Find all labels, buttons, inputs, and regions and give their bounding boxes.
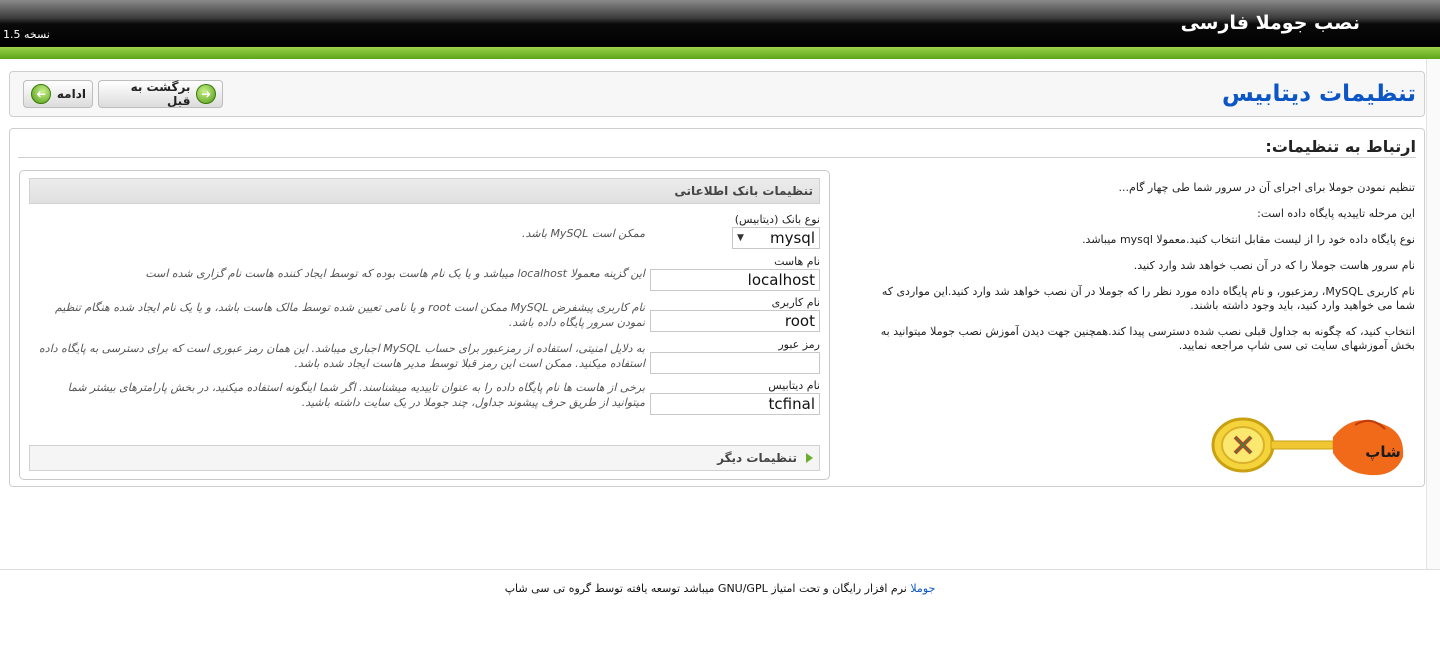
section-heading: ارتباط به تنظیمات: bbox=[1265, 137, 1416, 156]
main-panel: ارتباط به تنظیمات: تنظیم نمودن جوملا برا… bbox=[9, 128, 1425, 487]
host-label: نام هاست bbox=[774, 255, 820, 268]
footer-text: نرم افزار رایگان و تحت امتیاز GNU/GPL می… bbox=[504, 582, 911, 595]
instruction-text: نام کاربری MySQL، رمزعبور، و نام پایگاه … bbox=[881, 285, 1415, 312]
host-field: نام هاست bbox=[650, 255, 820, 291]
db-type-label: نوع بانک (دیتابیس) bbox=[734, 213, 820, 226]
username-hint: نام کاربری پیشفرض MySQL ممکن است root و … bbox=[54, 301, 645, 329]
username-input[interactable] bbox=[650, 310, 820, 332]
db-name-hint: برخی از هاست ها نام پایگاه داده را به عن… bbox=[67, 381, 645, 409]
instruction-text: نوع پایگاه داده خود را از لیست مقابل انت… bbox=[1082, 233, 1415, 246]
version-label: نسخه 1.5 bbox=[3, 28, 50, 41]
triangle-right-icon bbox=[806, 453, 813, 463]
section-title: تنظیمات بانک اطلاعاتی bbox=[29, 178, 820, 204]
next-button-label: ادامه bbox=[56, 87, 86, 101]
database-settings-box: تنظیمات بانک اطلاعاتی نوع بانک (دیتابیس)… bbox=[19, 170, 830, 480]
other-settings-toggle[interactable]: تنظیمات دیگر bbox=[29, 445, 820, 471]
password-field: رمز عبور bbox=[650, 338, 820, 374]
scrollbar[interactable] bbox=[1426, 59, 1440, 569]
tcshop-logo: شاپ bbox=[1211, 417, 1404, 476]
back-button-label: برگشت به قبل bbox=[130, 80, 191, 108]
username-field: نام کاربری bbox=[650, 296, 820, 332]
instruction-text: نام سرور هاست جوملا را که در آن نصب خواه… bbox=[1133, 259, 1415, 272]
instructions: تنظیم نمودن جوملا برای اجرای آن در سرور … bbox=[875, 181, 1415, 365]
db-type-select[interactable]: mysql ▼ bbox=[732, 227, 820, 249]
green-stripe bbox=[0, 47, 1440, 59]
footer: جوملا نرم افزار رایگان و تحت امتیاز GNU/… bbox=[0, 582, 1440, 595]
instruction-text: این مرحله تاییدیه پایگاه داده است: bbox=[1257, 207, 1415, 220]
footer-divider bbox=[0, 569, 1440, 570]
db-name-input[interactable] bbox=[650, 393, 820, 415]
next-button[interactable]: ادامه ➜ bbox=[23, 80, 93, 108]
password-label: رمز عبور bbox=[778, 338, 820, 351]
arrow-right-icon: ➜ bbox=[196, 84, 216, 104]
instruction-text: انتخاب کنید، که چگونه به جداول قبلی نصب … bbox=[880, 325, 1415, 352]
password-input[interactable] bbox=[650, 352, 820, 374]
top-bar: نصب جوملا فارسی نسخه 1.5 bbox=[0, 0, 1440, 47]
db-name-label: نام دیتابیس bbox=[768, 379, 820, 392]
password-hint: به دلایل امنیتی، استفاده از رمزعبور برای… bbox=[39, 342, 645, 370]
app-title: نصب جوملا فارسی bbox=[1180, 12, 1360, 34]
divider bbox=[18, 157, 1416, 158]
host-input[interactable] bbox=[650, 269, 820, 291]
other-settings-label: تنظیمات دیگر bbox=[717, 451, 797, 465]
logo-text: شاپ bbox=[1365, 443, 1400, 461]
chevron-down-icon: ▼ bbox=[737, 233, 744, 243]
db-type-field: نوع بانک (دیتابیس) mysql ▼ bbox=[650, 213, 820, 249]
header-panel: تنظیمات دیتابیس ➜ برگشت به قبل ادامه ➜ bbox=[9, 71, 1425, 117]
joomla-link[interactable]: جوملا bbox=[910, 582, 935, 595]
arrow-left-icon: ➜ bbox=[30, 84, 51, 104]
back-button[interactable]: ➜ برگشت به قبل bbox=[98, 80, 223, 108]
db-type-hint: ممکن است MySQL باشد. bbox=[522, 227, 645, 240]
host-hint: این گزینه معمولا localhost میباشد و یا ی… bbox=[145, 267, 645, 280]
db-type-value: mysql bbox=[770, 229, 815, 247]
db-name-field: نام دیتابیس bbox=[650, 379, 820, 415]
username-label: نام کاربری bbox=[771, 296, 820, 309]
instruction-text: تنظیم نمودن جوملا برای اجرای آن در سرور … bbox=[1118, 181, 1415, 194]
page-title: تنظیمات دیتابیس bbox=[1222, 81, 1416, 107]
